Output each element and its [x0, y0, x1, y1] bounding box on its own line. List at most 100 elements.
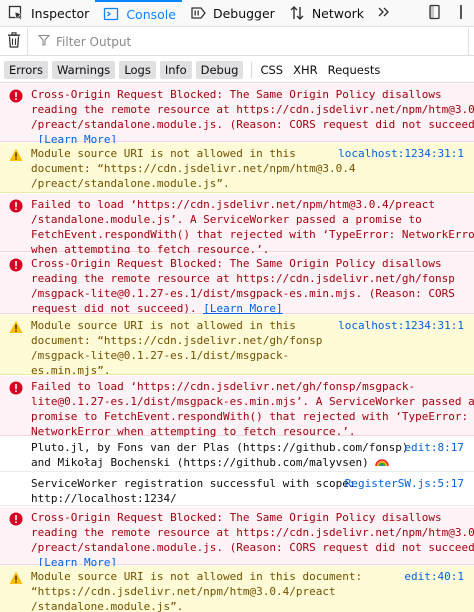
message-line: Module source URI is not allowed in this…	[31, 570, 363, 583]
toolbox-overflow-button[interactable]	[448, 0, 474, 27]
toolbox-more-icon	[376, 5, 390, 22]
message-text: Cross-Origin Request Blocked: The Same O…	[31, 256, 455, 316]
console-message-error: Cross-Origin Request Blocked: The Same O…	[0, 253, 474, 316]
message-text: Module source URI is not allowed in this…	[31, 569, 362, 612]
message-line: Failed to load ‘https://cdn.jsdelivr.net…	[31, 198, 435, 211]
level-debug-button[interactable]: Debug	[195, 60, 244, 79]
debugger-icon	[188, 5, 208, 21]
message-line: promise to FetchEvent.respondWith() that…	[31, 410, 469, 423]
message-line: Cross-Origin Request Blocked: The Same O…	[31, 257, 442, 270]
message-location-link[interactable]: localhost:1234:31:1	[338, 146, 464, 161]
message-line: /msgpack-lite@0.1.27-es.1/dist/msgpack-	[31, 349, 290, 362]
console-message-log: ServiceWorker registration successful wi…	[0, 473, 474, 506]
console-message-error: Failed to load ‘https://cdn.jsdelivr.net…	[0, 194, 474, 256]
message-line: /preact/standalone.module.js”.	[31, 177, 230, 190]
divider	[251, 61, 253, 78]
message-line: http://localhost:1234/	[31, 492, 177, 505]
level-errors-button[interactable]: Errors	[4, 60, 49, 79]
message-line: /preact/standalone.module.js. (Reason: C…	[31, 541, 474, 554]
filter-placeholder: Filter Output	[56, 34, 132, 49]
message-text: Pluto.jl, by Fons van der Plas (https://…	[31, 440, 409, 470]
toolbox-more-button[interactable]	[370, 0, 396, 27]
message-location-link[interactable]: edit:8:17	[404, 440, 464, 455]
message-text: Cross-Origin Request Blocked: The Same O…	[31, 87, 474, 147]
console-message-warning: Module source URI is not allowed in this…	[0, 143, 474, 193]
message-line: and Mikołaj Bochenski (https://github.co…	[31, 456, 369, 469]
tab-debugger[interactable]: Debugger	[182, 0, 281, 27]
tab-network-label: Network	[311, 5, 365, 21]
clear-console-button[interactable]	[0, 27, 28, 56]
console-message-error: Cross-Origin Request Blocked: The Same O…	[0, 507, 474, 569]
message-line: document: “https://cdn.jsdelivr.net/npm/…	[31, 162, 356, 175]
message-text: Module source URI is not allowed in this…	[31, 146, 356, 191]
message-line: /msgpack-lite@0.1.27-es.1/dist/msgpack-e…	[31, 287, 455, 300]
console-message-warning: Module source URI is not allowed in this…	[0, 315, 474, 378]
message-line: FetchEvent.respondWith() that rejected w…	[31, 228, 474, 241]
message-line: document: “https://cdn.jsdelivr.net/gh/f…	[31, 334, 323, 347]
level-filter-bar: Errors Warnings Logs Info Debug CSS XHR …	[0, 57, 474, 83]
filter-divider	[468, 28, 474, 56]
error-icon	[9, 512, 23, 526]
message-line: reading the remote resource at https://c…	[31, 103, 474, 116]
filter-bar: Filter Output	[0, 27, 474, 56]
trash-icon	[7, 32, 21, 51]
level-logs-button[interactable]: Logs	[119, 60, 156, 79]
tab-inspector[interactable]: Inspector	[0, 0, 95, 27]
message-line: /preact/standalone.module.js. (Reason: C…	[31, 118, 474, 131]
error-icon	[9, 89, 23, 103]
dock-icon	[427, 4, 443, 23]
error-icon	[9, 199, 23, 213]
console-message-error: Cross-Origin Request Blocked: The Same O…	[0, 84, 474, 146]
message-line: ServiceWorker registration successful wi…	[31, 477, 356, 490]
message-line: “https://cdn.jsdelivr.net/npm/htm@3.0.4/…	[31, 585, 336, 598]
error-icon	[9, 258, 23, 272]
console-message-error: Failed to load ‘https://cdn.jsdelivr.net…	[0, 376, 474, 439]
console-message-warning: Module source URI is not allowed in this…	[0, 566, 474, 612]
message-line: Module source URI is not allowed in this	[31, 319, 296, 332]
message-line: reading the remote resource at https://c…	[31, 272, 455, 285]
filter-input[interactable]: Filter Output	[28, 34, 131, 49]
message-text: Module source URI is not allowed in this…	[31, 318, 322, 378]
filter-css-button[interactable]: CSS	[260, 63, 283, 77]
message-text: Cross-Origin Request Blocked: The Same O…	[31, 510, 474, 570]
message-line: /standalone.module.js’. A ServiceWorker …	[31, 213, 422, 226]
tab-console-label: Console	[126, 6, 176, 22]
filter-xhr-button[interactable]: XHR	[293, 63, 318, 77]
message-text: Failed to load ‘https://cdn.jsdelivr.net…	[31, 197, 474, 257]
filter-icon	[37, 34, 51, 49]
level-info-button[interactable]: Info	[159, 60, 192, 79]
warning-icon	[9, 571, 23, 585]
more-icon	[458, 4, 464, 23]
network-icon	[287, 5, 307, 21]
message-line: Pluto.jl, by Fons van der Plas (https://…	[31, 441, 409, 454]
warning-icon	[9, 320, 23, 334]
dock-button[interactable]	[422, 0, 448, 27]
tab-debugger-label: Debugger	[212, 5, 275, 21]
message-line: Failed to load ‘https://cdn.jsdelivr.net…	[31, 380, 416, 393]
inspector-icon	[6, 5, 26, 21]
devtools-toolbar: Inspector Console Debugger Network	[0, 0, 474, 27]
tab-inspector-label: Inspector	[31, 5, 90, 21]
rainbow-icon	[375, 459, 390, 467]
learn-more-link[interactable]: [Learn More]	[203, 302, 282, 315]
message-line: Cross-Origin Request Blocked: The Same O…	[31, 88, 442, 101]
level-warnings-button[interactable]: Warnings	[52, 60, 116, 79]
filter-requests-button[interactable]: Requests	[328, 63, 381, 77]
message-location-link[interactable]: edit:40:1	[404, 569, 464, 584]
message-line: Cross-Origin Request Blocked: The Same O…	[31, 511, 442, 524]
message-line: /standalone.module.js”.	[31, 600, 184, 612]
message-text: Failed to load ‘https://cdn.jsdelivr.net…	[31, 379, 474, 439]
tab-console[interactable]: Console	[95, 0, 182, 27]
message-text: ServiceWorker registration successful wi…	[31, 476, 356, 506]
console-message-log: Pluto.jl, by Fons van der Plas (https://…	[0, 437, 474, 472]
tab-network[interactable]: Network	[281, 0, 370, 27]
message-line: reading the remote resource at https://c…	[31, 526, 474, 539]
message-location-link[interactable]: localhost:1234:31:1	[338, 318, 464, 333]
message-location-link[interactable]: RegisterSW.js:5:17	[345, 476, 464, 491]
message-line: lite@0.1.27-es.1/dist/msgpack-es.min.mjs…	[31, 395, 474, 408]
message-line: Module source URI is not allowed in this	[31, 147, 296, 160]
error-icon	[9, 381, 23, 395]
message-line: request did not succeed).	[31, 302, 197, 315]
console-icon	[101, 6, 121, 22]
warning-icon	[9, 148, 23, 162]
